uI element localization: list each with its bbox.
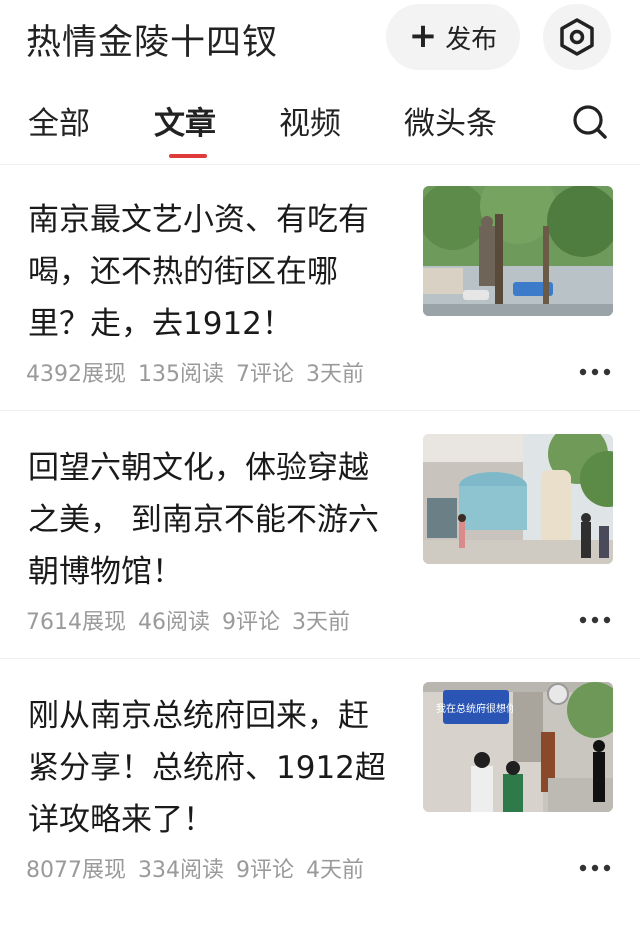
article-title[interactable]: 回望六朝文化，体验穿越之美， 到南京不能不游六朝博物馆！ xyxy=(28,442,398,598)
tab-bar: 全部 文章 视频 微头条 xyxy=(0,90,640,160)
publish-label: 发布 xyxy=(445,24,498,55)
publish-time: 4天前 xyxy=(306,858,364,883)
publish-button[interactable]: + 发布 xyxy=(386,4,520,70)
active-tab-indicator xyxy=(169,154,207,158)
page-title: 热情金陵十四钗 xyxy=(26,23,279,63)
tab-all[interactable]: 全部 xyxy=(28,98,90,143)
views-count: 7614展现 xyxy=(26,610,126,635)
thumbnail-sign-text: 我在总统府很想你 xyxy=(436,702,516,715)
article-card[interactable]: 回望六朝文化，体验穿越之美， 到南京不能不游六朝博物馆！ 7614展现 46阅读… xyxy=(0,434,640,682)
reads-count: 135阅读 xyxy=(138,362,224,387)
more-options-icon[interactable] xyxy=(578,610,612,629)
tab-articles[interactable]: 文章 xyxy=(154,98,216,143)
divider xyxy=(0,410,640,411)
settings-button[interactable] xyxy=(543,4,611,70)
article-title[interactable]: 刚从南京总统府回来，赶紧分享！总统府、1912超详攻略来了！ xyxy=(28,690,398,846)
views-count: 4392展现 xyxy=(26,362,126,387)
tab-videos[interactable]: 视频 xyxy=(279,98,341,143)
tab-micro-headlines[interactable]: 微头条 xyxy=(404,98,497,143)
more-options-icon[interactable] xyxy=(578,858,612,877)
reads-count: 46阅读 xyxy=(138,610,210,635)
views-count: 8077展现 xyxy=(26,858,126,883)
article-stats: 7614展现 46阅读 9评论 3天前 xyxy=(26,604,350,636)
article-stats: 4392展现 135阅读 7评论 3天前 xyxy=(26,356,364,388)
comments-count[interactable]: 9评论 xyxy=(236,852,294,884)
divider xyxy=(0,658,640,659)
article-thumbnail[interactable]: 我在总统府很想你 xyxy=(423,682,613,812)
more-options-icon[interactable] xyxy=(578,362,612,381)
hexagon-settings-icon xyxy=(560,18,594,56)
article-thumbnail[interactable] xyxy=(423,186,613,316)
plus-icon: + xyxy=(408,15,438,56)
article-title[interactable]: 南京最文艺小资、有吃有喝，还不热的街区在哪里？走，去1912！ xyxy=(28,194,398,350)
publish-time: 3天前 xyxy=(306,362,364,387)
divider xyxy=(0,164,640,165)
article-card[interactable]: 南京最文艺小资、有吃有喝，还不热的街区在哪里？走，去1912！ 4392展现 1… xyxy=(0,186,640,434)
article-thumbnail[interactable] xyxy=(423,434,613,564)
app-header: 热情金陵十四钗 + 发布 xyxy=(0,0,640,78)
comments-count[interactable]: 7评论 xyxy=(236,356,294,388)
comments-count[interactable]: 9评论 xyxy=(222,604,280,636)
search-icon[interactable] xyxy=(570,102,610,146)
article-stats: 8077展现 334阅读 9评论 4天前 xyxy=(26,852,364,884)
publish-time: 3天前 xyxy=(292,610,350,635)
reads-count: 334阅读 xyxy=(138,858,224,883)
